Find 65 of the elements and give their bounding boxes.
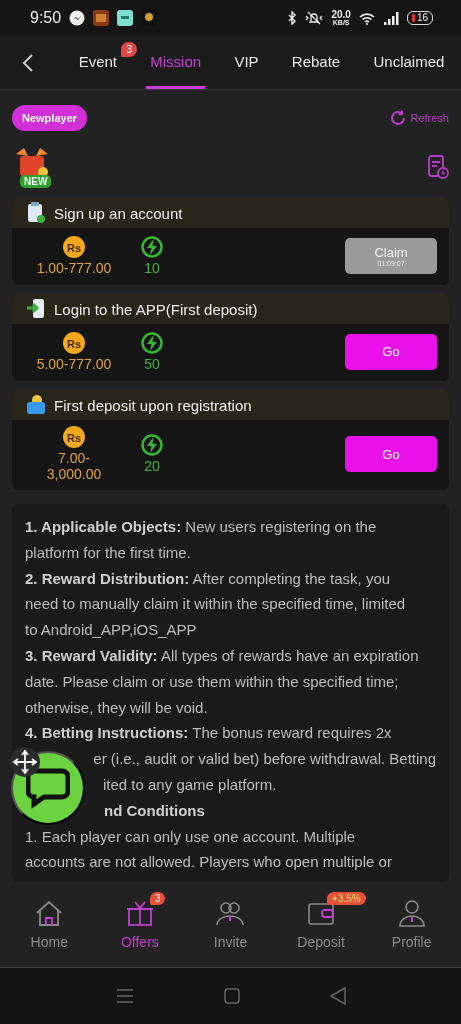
tab[interactable]: Event <box>74 36 121 89</box>
tab[interactable]: VIP <box>230 36 263 89</box>
chat-icon <box>26 767 70 809</box>
coin-icon: Rs <box>63 235 85 258</box>
rule-text: otherwise, they will be void. <box>25 697 208 718</box>
reward-amount: 7.00-3,000.00 <box>45 450 103 482</box>
rule-text: 3. Reward Validity: All types of rewards have an expiration <box>25 646 419 666</box>
points-value: 50 <box>144 355 160 372</box>
clock-time: 9:50 <box>30 9 62 27</box>
rule-text: accounts are not allowed. Players who open multiple or <box>25 852 392 873</box>
rule-text: 2. Reward Distribution: After completing the task, you <box>25 568 391 589</box>
back-icon[interactable] <box>329 987 346 1005</box>
wifi-icon <box>358 11 375 25</box>
rule-text: nd Conditions <box>104 800 205 821</box>
coin-icon: Rs <box>63 331 85 354</box>
move-handle-icon[interactable] <box>10 747 40 777</box>
signal-icon <box>382 11 399 25</box>
nav-tab[interactable]: Home <box>9 882 90 967</box>
rule-text: 4. Betting Instructions: The bonus reward requires 2x <box>25 723 392 744</box>
rule-text: to Android_APP,iOS_APP <box>25 620 197 641</box>
count-badge: 3 <box>121 42 137 57</box>
reward-amount: 1.00-777.00 <box>35 259 113 276</box>
rule-text: ited to any game platform. <box>103 774 277 795</box>
muted-bell-icon <box>305 11 324 25</box>
battery-indicator: 16 <box>406 11 433 25</box>
points-value: 20 <box>144 458 160 474</box>
rule-text: 1. Applicable Objects: New users registering on the <box>25 517 377 537</box>
task-title: Login to the APP(First deposit) <box>54 300 258 318</box>
count-badge: 3 <box>149 892 166 905</box>
lightning-icon <box>141 331 163 354</box>
wallet-icon <box>26 394 46 416</box>
login-arrow-icon <box>26 298 46 320</box>
tab[interactable]: Rebate <box>287 36 345 89</box>
points-value: 10 <box>144 259 160 276</box>
back-icon <box>22 52 34 73</box>
app-icon <box>93 10 110 26</box>
task-title: Sign up an account <box>54 204 183 222</box>
rule-text: platform for the first time. <box>25 542 191 563</box>
rule-text: date. Please claim or use them within the specified time; <box>25 671 399 692</box>
rule-text: need to manually claim it within the specified time, limited <box>25 594 406 615</box>
home-button-icon[interactable] <box>223 988 240 1004</box>
app-icon <box>117 10 134 26</box>
document-clock-icon <box>427 155 449 179</box>
task-title: First deposit upon registration <box>54 396 252 414</box>
new-label: NEW <box>20 175 52 188</box>
reward-amount: 5.00-777.00 <box>35 355 113 372</box>
count-badge: +3.5% <box>327 892 366 905</box>
tab[interactable]: Unclaimed <box>369 36 449 89</box>
go-button[interactable]: Go <box>345 436 437 472</box>
rule-text: 1. Each player can only use one account. Multiple <box>25 826 356 847</box>
messenger-icon <box>69 10 86 26</box>
network-speed: 20.0 <box>331 9 351 19</box>
filter-chip[interactable]: Newplayer <box>12 105 88 131</box>
clipboard-icon <box>26 202 46 224</box>
lightning-icon <box>141 434 163 456</box>
nav-tab[interactable]: Invite <box>190 882 271 967</box>
nav-tab[interactable]: Profile <box>371 882 452 967</box>
refresh-button[interactable]: Refresh <box>389 109 449 127</box>
bluetooth-icon <box>287 11 298 25</box>
rule-text: er (i.e., audit or valid bet) before withdrawal. Betting <box>93 749 436 770</box>
lightning-icon <box>141 235 163 258</box>
go-button[interactable]: Go <box>345 333 437 370</box>
coin-icon: Rs <box>63 426 85 448</box>
nav-tab[interactable]: Offers 3 <box>99 882 180 967</box>
refresh-icon <box>389 109 408 127</box>
